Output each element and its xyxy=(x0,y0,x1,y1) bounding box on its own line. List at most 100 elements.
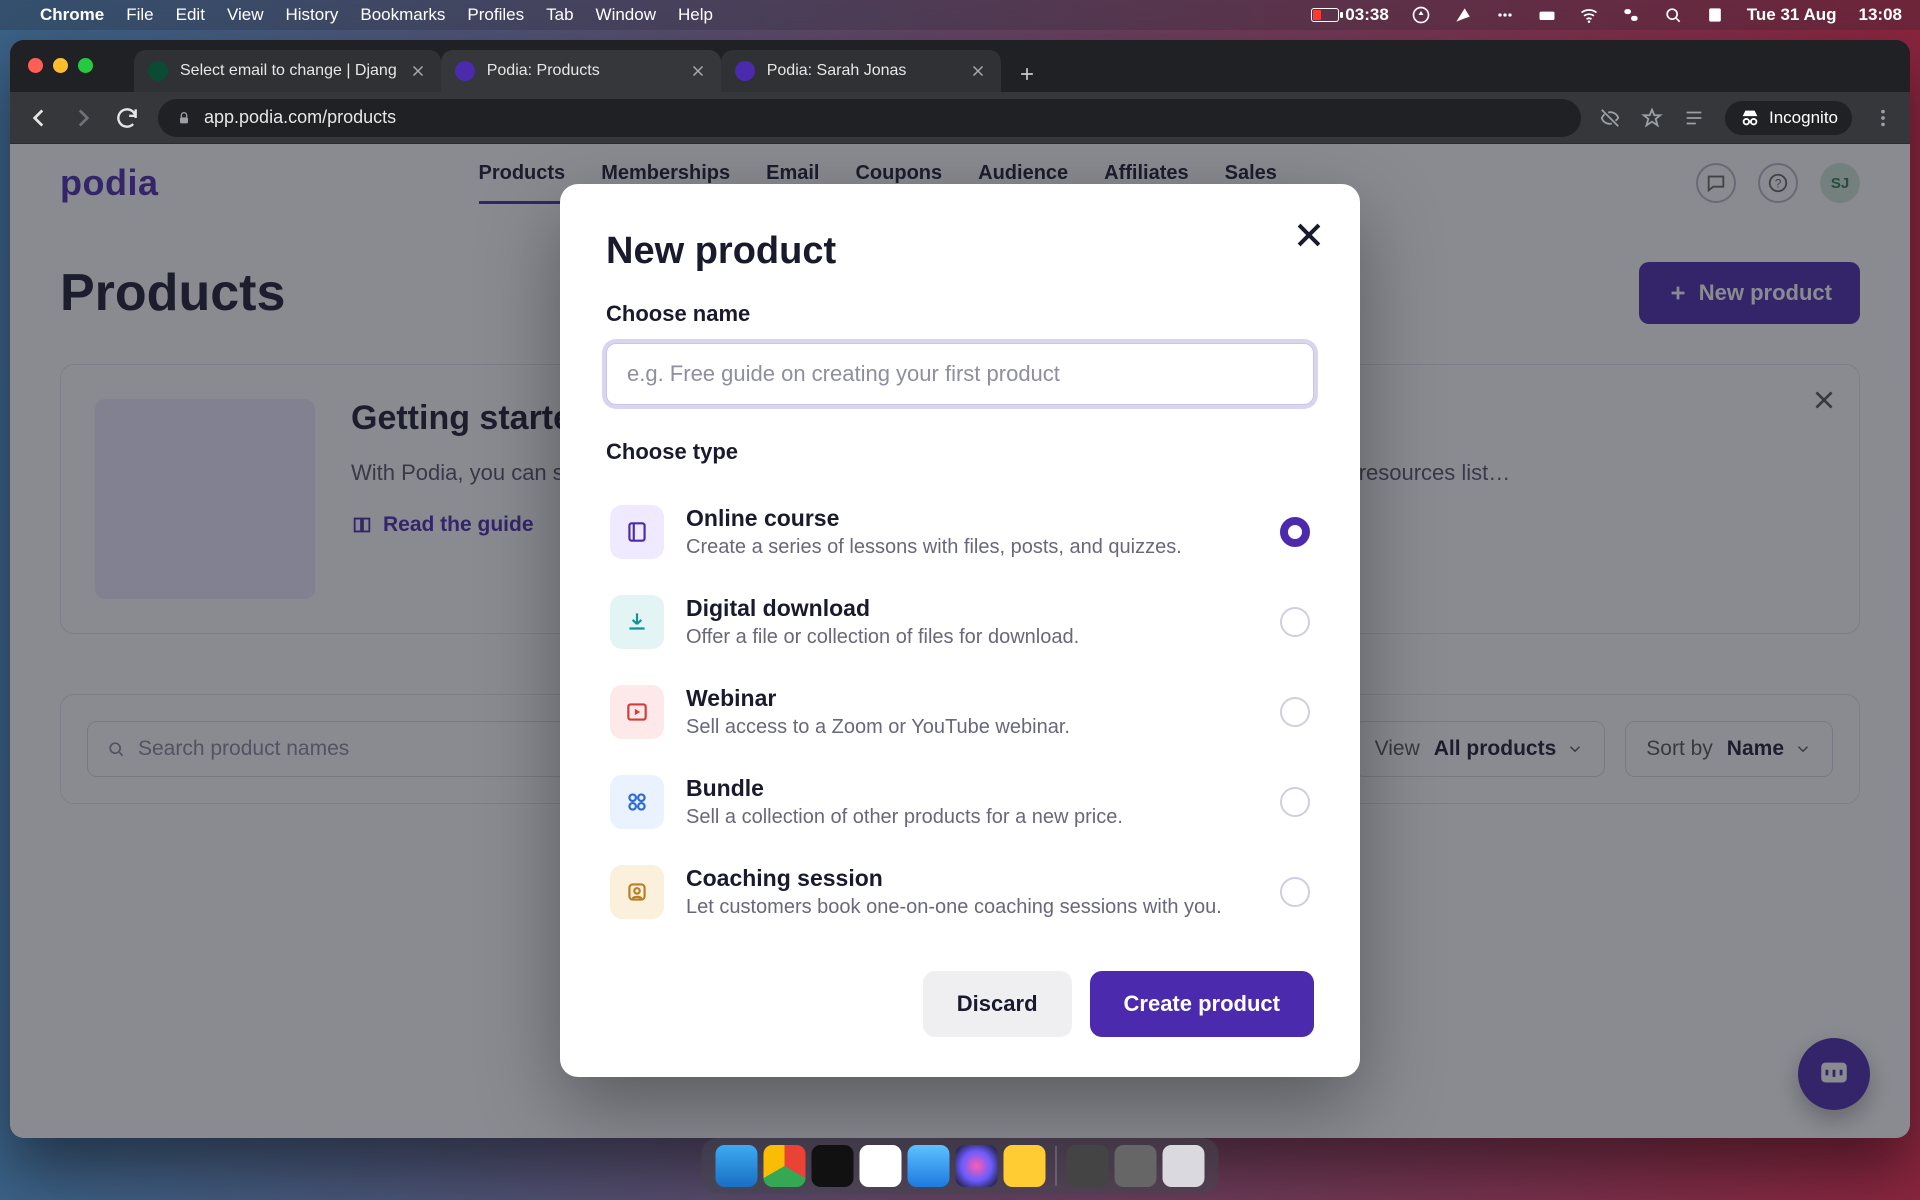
dock-app-icon[interactable] xyxy=(1115,1145,1157,1187)
tab-close-icon[interactable] xyxy=(969,62,987,80)
reading-list-icon[interactable] xyxy=(1683,107,1705,129)
type-title: Digital download xyxy=(686,595,1258,622)
dock-trash-icon[interactable] xyxy=(1163,1145,1205,1187)
type-title: Webinar xyxy=(686,685,1258,712)
menubar-view[interactable]: View xyxy=(227,5,264,25)
dock-app-icon[interactable] xyxy=(1004,1145,1046,1187)
favicon-icon xyxy=(735,61,755,81)
radio-unselected[interactable] xyxy=(1280,697,1310,727)
favicon-icon xyxy=(455,61,475,81)
type-title: Coaching session xyxy=(686,865,1258,892)
address-bar[interactable]: app.podia.com/products xyxy=(158,99,1581,137)
modal-close-button[interactable] xyxy=(1292,218,1326,252)
menubar-extra-icon-4[interactable] xyxy=(1537,5,1557,25)
type-desc: Sell access to a Zoom or YouTube webinar… xyxy=(686,716,1258,739)
name-field-label: Choose name xyxy=(606,301,1314,327)
reload-button[interactable] xyxy=(114,105,140,131)
product-type-list: Online course Create a series of lessons… xyxy=(606,487,1314,937)
menubar-app-name[interactable]: Chrome xyxy=(40,5,104,25)
discard-button[interactable]: Discard xyxy=(923,971,1072,1037)
dock-siri-icon[interactable] xyxy=(956,1145,998,1187)
browser-tab-2[interactable]: Podia: Products xyxy=(441,50,721,92)
bundle-icon xyxy=(610,775,664,829)
chrome-tabstrip: Select email to change | Djang Podia: Pr… xyxy=(10,40,1910,92)
menubar-extra-icon-3[interactable] xyxy=(1495,5,1515,25)
menubar-extra-icon-5[interactable] xyxy=(1705,5,1725,25)
menubar-edit[interactable]: Edit xyxy=(176,5,205,25)
menubar-date[interactable]: Tue 31 Aug xyxy=(1747,5,1837,25)
type-option-online-course[interactable]: Online course Create a series of lessons… xyxy=(606,487,1314,577)
radio-unselected[interactable] xyxy=(1280,787,1310,817)
menubar-extra-icon-1[interactable] xyxy=(1411,5,1431,25)
menubar-bookmarks[interactable]: Bookmarks xyxy=(360,5,445,25)
radio-unselected[interactable] xyxy=(1280,607,1310,637)
incognito-label: Incognito xyxy=(1769,108,1838,128)
type-desc: Let customers book one-on-one coaching s… xyxy=(686,896,1258,919)
dock-separator xyxy=(1056,1146,1057,1186)
macos-menubar[interactable]: Chrome File Edit View History Bookmarks … xyxy=(0,0,1920,30)
menubar-file[interactable]: File xyxy=(126,5,153,25)
spotlight-icon[interactable] xyxy=(1663,5,1683,25)
webinar-icon xyxy=(610,685,664,739)
type-title: Online course xyxy=(686,505,1258,532)
product-name-input[interactable] xyxy=(606,343,1314,405)
new-tab-button[interactable] xyxy=(1009,56,1045,92)
battery-status[interactable]: 03:38 xyxy=(1311,5,1388,25)
menubar-profiles[interactable]: Profiles xyxy=(467,5,524,25)
menubar-history[interactable]: History xyxy=(285,5,338,25)
tab-title: Select email to change | Djang xyxy=(180,62,397,80)
menubar-clock[interactable]: 13:08 xyxy=(1859,5,1902,25)
wifi-icon[interactable] xyxy=(1579,5,1599,25)
favicon-icon xyxy=(148,61,168,81)
chrome-menu-icon[interactable] xyxy=(1872,107,1894,129)
url-text: app.podia.com/products xyxy=(204,107,396,128)
macos-dock[interactable] xyxy=(702,1138,1219,1194)
bookmark-star-icon[interactable] xyxy=(1641,107,1663,129)
dock-chrome-icon[interactable] xyxy=(764,1145,806,1187)
dock-mail-icon[interactable] xyxy=(908,1145,950,1187)
modal-title: New product xyxy=(606,230,1314,273)
type-option-bundle[interactable]: Bundle Sell a collection of other produc… xyxy=(606,757,1314,847)
type-desc: Create a series of lessons with files, p… xyxy=(686,536,1258,559)
create-product-button[interactable]: Create product xyxy=(1090,971,1314,1037)
back-button[interactable] xyxy=(26,105,52,131)
new-product-modal: New product Choose name Choose type Onli… xyxy=(560,184,1360,1077)
window-zoom-button[interactable] xyxy=(78,58,93,73)
window-minimize-button[interactable] xyxy=(53,58,68,73)
lock-icon xyxy=(176,110,192,126)
type-desc: Sell a collection of other products for … xyxy=(686,806,1258,829)
menubar-help[interactable]: Help xyxy=(678,5,713,25)
eye-off-icon[interactable] xyxy=(1599,107,1621,129)
course-icon xyxy=(610,505,664,559)
window-close-button[interactable] xyxy=(28,58,43,73)
dock-app-icon[interactable] xyxy=(1067,1145,1109,1187)
battery-icon xyxy=(1311,8,1339,22)
tab-close-icon[interactable] xyxy=(689,62,707,80)
dock-finder-icon[interactable] xyxy=(716,1145,758,1187)
type-option-webinar[interactable]: Webinar Sell access to a Zoom or YouTube… xyxy=(606,667,1314,757)
menubar-window[interactable]: Window xyxy=(596,5,656,25)
control-center-icon[interactable] xyxy=(1621,5,1641,25)
type-option-digital-download[interactable]: Digital download Offer a file or collect… xyxy=(606,577,1314,667)
type-option-coaching[interactable]: Coaching session Let customers book one-… xyxy=(606,847,1314,937)
menubar-extra-icon-2[interactable] xyxy=(1453,5,1473,25)
type-title: Bundle xyxy=(686,775,1258,802)
menubar-tab[interactable]: Tab xyxy=(546,5,573,25)
browser-tab-1[interactable]: Select email to change | Djang xyxy=(134,50,441,92)
chrome-toolbar: app.podia.com/products Incognito xyxy=(10,92,1910,144)
chrome-window: Select email to change | Djang Podia: Pr… xyxy=(10,40,1910,1138)
incognito-indicator[interactable]: Incognito xyxy=(1725,101,1852,135)
page-viewport: podia Products Memberships Email Coupons… xyxy=(10,144,1910,1138)
tab-close-icon[interactable] xyxy=(409,62,427,80)
forward-button[interactable] xyxy=(70,105,96,131)
type-field-label: Choose type xyxy=(606,439,1314,465)
window-traffic-lights[interactable] xyxy=(28,58,93,73)
browser-tab-3[interactable]: Podia: Sarah Jonas xyxy=(721,50,1001,92)
radio-selected[interactable] xyxy=(1280,517,1310,547)
battery-remaining-time: 03:38 xyxy=(1345,5,1388,25)
dock-terminal-icon[interactable] xyxy=(812,1145,854,1187)
radio-unselected[interactable] xyxy=(1280,877,1310,907)
incognito-icon xyxy=(1739,107,1761,129)
dock-notes-icon[interactable] xyxy=(860,1145,902,1187)
download-icon xyxy=(610,595,664,649)
